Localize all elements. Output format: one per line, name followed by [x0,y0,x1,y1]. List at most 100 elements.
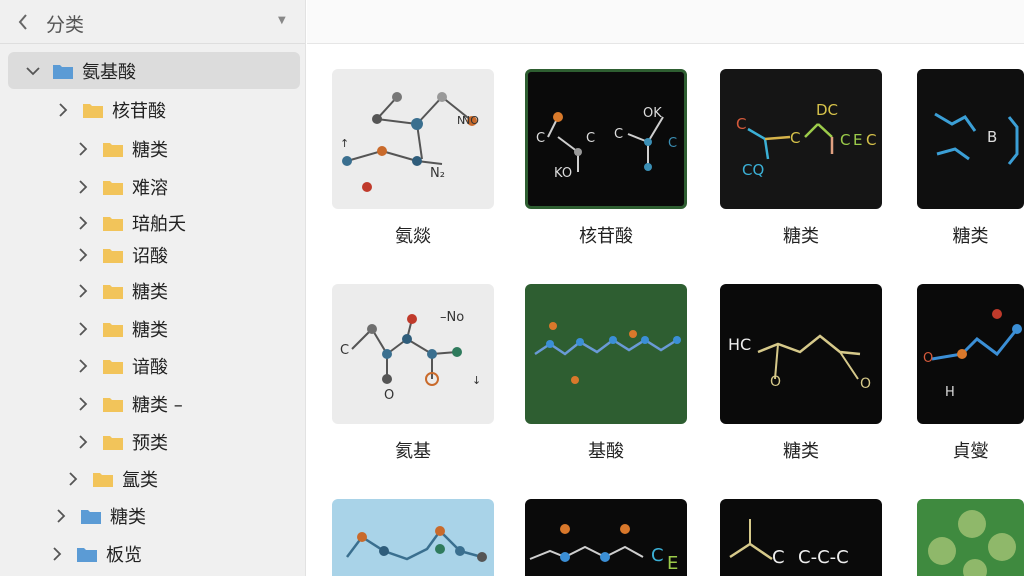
sidebar-header: 分类 ▼ [0,0,305,44]
tile-text: C [614,127,623,142]
thumbnail-tile[interactable]: N NO N₂ ↑ [332,69,494,209]
folder-icon [103,142,123,157]
thumbnail-tile[interactable] [332,499,494,576]
tree-item-nucleotides[interactable]: 核苷酸 [56,91,166,128]
chevron-right-icon[interactable] [54,508,68,523]
chevron-right-icon[interactable] [76,283,90,298]
chevron-down-icon[interactable] [26,64,40,78]
chevron-right-icon[interactable] [76,321,90,336]
folder-icon [77,547,97,562]
toolbar [307,0,1024,44]
tree-item-label: 诏酸 [132,245,168,267]
tree-item[interactable]: 氲类 [66,460,158,497]
thumbnail-tile[interactable] [917,499,1024,576]
tree-item[interactable]: 谙酸 [76,347,168,384]
tile-text: H [945,385,955,400]
folder-icon [103,180,123,195]
thumbnail-tile[interactable]: –No C O ↓ [332,284,494,424]
thumbnail-caption: 基酸 [588,441,624,462]
thumbnail-caption: 糖类 [783,226,819,247]
tree-item-label: 预类 [132,432,168,454]
chevron-right-icon[interactable] [76,434,90,449]
tile-text: O [384,388,394,403]
tile-text: ↑ [340,137,349,150]
thumbnail-caption: 核苷酸 [579,226,633,247]
chevron-right-icon[interactable] [76,396,90,411]
tree-item-amino-acids[interactable]: 氨基酸 [8,52,300,89]
tile-text: C [586,131,595,146]
thumbnail-tile[interactable]: C C-C-C [720,499,882,576]
thumbnail-tile[interactable] [525,284,687,424]
chevron-right-icon[interactable] [76,358,90,373]
chevron-right-icon[interactable] [76,215,90,230]
thumbnail-tile[interactable]: C E [525,499,687,576]
molecule-image: –No C O ↓ [340,310,481,403]
tree-item-label: 琣舶夭 [132,213,186,235]
tree-item[interactable]: 糖类 [76,130,168,167]
molecule-image: B [934,112,1019,165]
molecule-image: HC O O [728,334,871,392]
molecule-image: N NO N₂ ↑ [340,92,479,192]
chevron-right-icon[interactable] [76,141,90,156]
chevron-right-icon[interactable] [76,179,90,194]
tree-item[interactable]: 板览 [50,535,142,572]
sidebar: 分类 ▼ 氨基酸 核苷酸 糖类 难溶 琣舶夭 诏酸 糖类 糖类 谙酸 糖类 – … [0,0,306,576]
tile-text: E [667,553,678,574]
folder-icon [103,248,123,263]
thumbnail-tile[interactable]: O H [917,284,1024,424]
folder-icon [103,284,123,299]
molecule-image [346,526,487,562]
molecule-image: DC C C CQ C E C [736,101,876,179]
tile-text: CQ [742,161,764,179]
tile-text: C [772,547,785,568]
thumbnail-caption: 氨燚 [395,226,431,247]
chevron-right-icon[interactable] [56,102,70,117]
tree-item[interactable]: 糖类 [54,497,146,534]
tile-text: C [536,131,545,146]
tree-item-label: 糖类 [110,506,146,528]
tile-text: C [651,545,664,566]
tile-text: C [840,131,850,149]
thumbnail-tile[interactable]: HC O O [720,284,882,424]
tree-item-label: 糖类 [132,319,168,341]
tree-item[interactable]: 糖类 – [76,385,183,422]
dropdown-caret-icon[interactable]: ▼ [278,15,286,26]
folder-icon [81,509,101,524]
chevron-right-icon[interactable] [50,546,64,561]
tree-item[interactable]: 预类 [76,423,168,460]
folder-icon [93,472,113,487]
tile-text: ↓ [472,374,481,387]
folder-icon [103,322,123,337]
tree-item[interactable]: 糖类 [76,272,168,309]
tile-text: KO [554,166,572,181]
chevron-right-icon[interactable] [76,247,90,262]
thumbnail-tile[interactable]: DC C C CQ C E C [720,69,882,209]
tile-text: –No [440,310,464,325]
molecule-image: C E [529,524,678,574]
molecule-image: C C-C-C [729,519,849,568]
tree-item[interactable]: 难溶 [76,168,168,205]
back-button[interactable] [14,10,32,34]
tree-item-label: 板览 [106,544,142,566]
tree-item[interactable]: 糖类 [76,310,168,347]
tile-text: O [860,376,871,392]
chevron-right-icon[interactable] [66,471,80,486]
thumbnail-tile[interactable]: OK KO C C C C [525,69,687,209]
tile-text: O [923,351,933,366]
tree-item-label: 氲类 [122,469,158,491]
tile-text: HC [728,335,751,354]
molecule-image: O H [923,309,1022,400]
molecule-image: OK KO C C C C [536,106,677,181]
tree-item[interactable]: 诏酸 [76,236,168,273]
tile-text: O [770,374,781,390]
thumbnail-tile[interactable]: B [917,69,1024,209]
tile-text: OK [643,106,662,121]
folder-icon [103,216,123,231]
tile-text: DC [816,101,838,119]
thumbnail-caption: 貞燮 [952,441,989,462]
chevron-left-icon [18,14,27,30]
thumbnail-caption: 糖类 [952,226,989,247]
tile-text: B [987,128,997,146]
sidebar-title: 分类 [46,14,85,36]
tree-item-label: 谙酸 [132,356,168,378]
